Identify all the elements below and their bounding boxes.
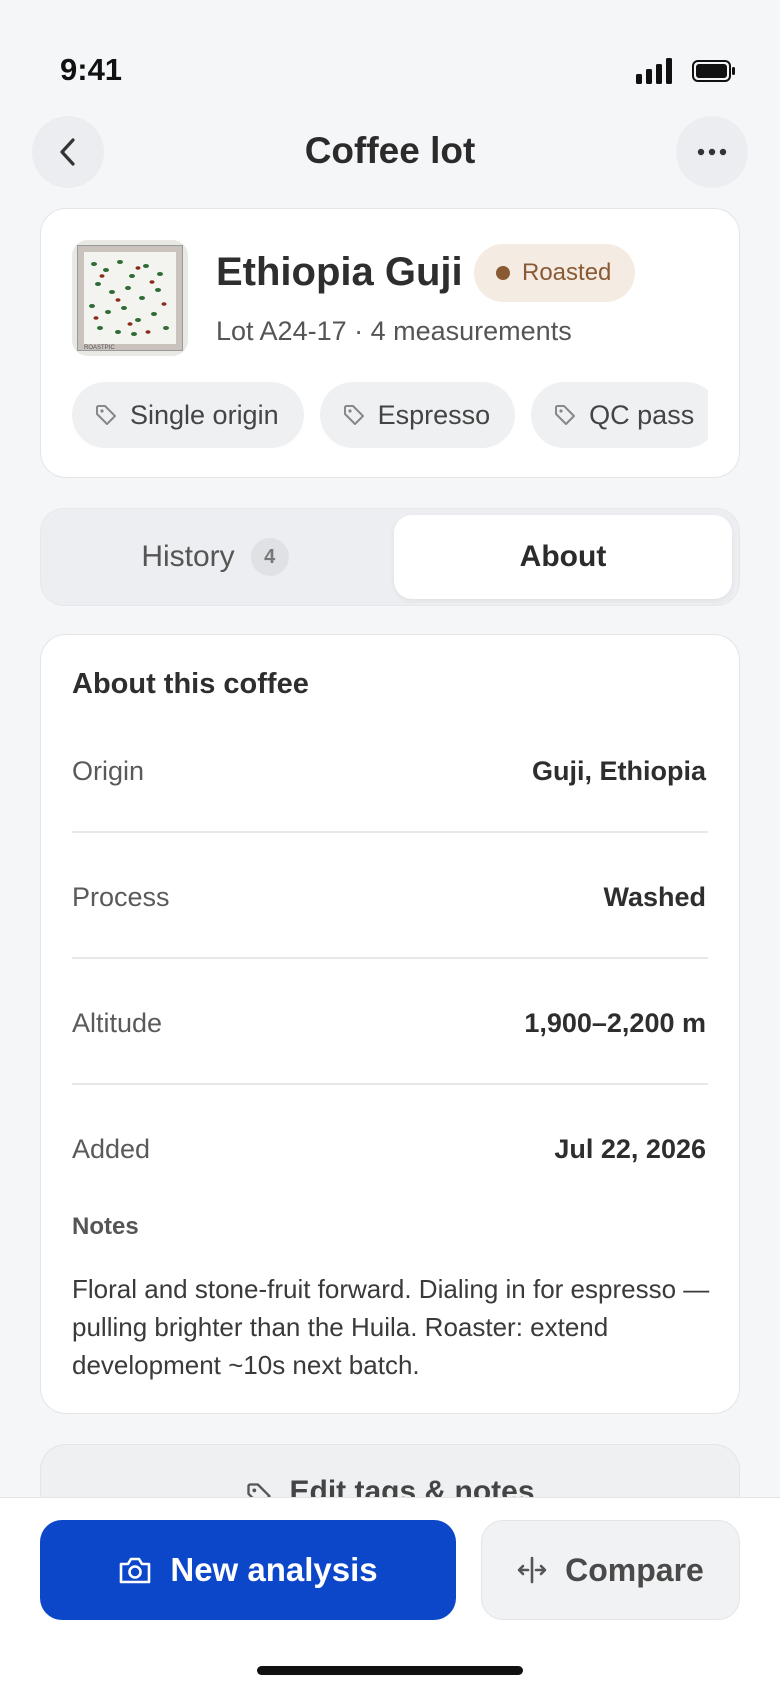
added-value: Jul 22, 2026 <box>554 1134 706 1164</box>
tag-chip-label: Single origin <box>130 399 279 430</box>
compare-button[interactable]: Compare <box>481 1520 740 1620</box>
status-time: 9:41 <box>60 52 123 87</box>
battery-icon <box>692 60 735 82</box>
bean-sample-image: ROASTPIC <box>72 240 188 356</box>
status-icons <box>636 58 736 84</box>
more-options-button[interactable] <box>676 116 748 188</box>
cellular-signal-icon <box>636 58 672 84</box>
altitude-label: Altitude <box>72 1008 163 1038</box>
status-badge: Roasted <box>474 244 636 302</box>
tag-chip-list[interactable]: Single origin Espresso QC pass <box>72 382 708 448</box>
tab-about[interactable]: About <box>394 515 732 599</box>
status-badge-label: Roasted <box>522 259 612 286</box>
camera-icon <box>120 1557 151 1584</box>
history-count-badge: 4 <box>250 538 289 576</box>
tag-icon <box>343 405 364 425</box>
tag-icon <box>96 405 116 425</box>
notes-text: Floral and stone-fruit forward. Dialing … <box>72 1274 710 1380</box>
new-analysis-label: New analysis <box>170 1551 378 1588</box>
process-label: Process <box>72 882 170 912</box>
new-analysis-button[interactable]: New analysis <box>40 1520 456 1620</box>
tag-chip-espresso[interactable]: Espresso <box>319 382 516 448</box>
compare-label: Compare <box>565 1551 704 1588</box>
altitude-value: 1,900–2,200 m <box>524 1008 706 1038</box>
lot-thumbnail: ROASTPIC <box>72 240 188 356</box>
process-value: Washed <box>603 882 706 912</box>
home-indicator[interactable] <box>257 1666 523 1675</box>
lot-name: Ethiopia Guji <box>216 250 463 294</box>
compare-arrows-icon <box>517 1556 547 1584</box>
about-section-title: About this coffee <box>72 668 309 700</box>
tag-chip-label: Espresso <box>377 399 491 430</box>
tag-chip-single-origin[interactable]: Single origin <box>72 382 304 448</box>
tag-chip-label: QC pass <box>589 399 695 430</box>
thumbnail-brand-text: ROASTPIC <box>84 345 115 351</box>
notes-label: Notes <box>72 1213 139 1240</box>
origin-value: Guji, Ethiopia <box>532 756 706 786</box>
more-horizontal-icon <box>697 148 727 156</box>
row-divider <box>72 1083 708 1085</box>
tab-history[interactable]: History 4 <box>40 508 390 606</box>
row-divider <box>72 957 708 959</box>
lot-meta: Lot A24-17 · 4 measurements <box>216 316 572 346</box>
origin-label: Origin <box>72 756 145 786</box>
row-divider <box>72 831 708 833</box>
page-title: Coffee lot <box>304 130 476 171</box>
tab-history-label: History <box>141 540 235 573</box>
added-label: Added <box>72 1134 151 1164</box>
tag-chip-qc-pass[interactable]: QC pass <box>531 382 708 448</box>
status-dot <box>496 266 510 280</box>
tag-icon <box>555 405 576 425</box>
